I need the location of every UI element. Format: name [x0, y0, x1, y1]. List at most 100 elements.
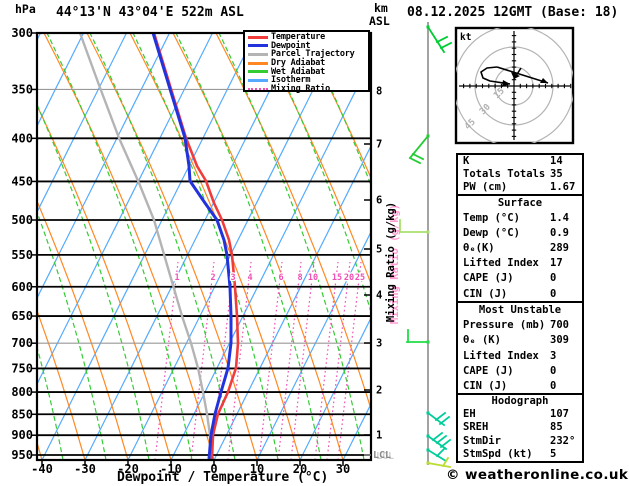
- row-value: 35: [550, 168, 563, 180]
- indices-panel: K 14 Totals Totals 35 PW (cm) 1.67: [456, 153, 584, 196]
- row-label: SREH: [463, 421, 489, 434]
- panel-title: Hodograph: [491, 395, 549, 407]
- row-value: 0: [550, 287, 557, 300]
- skewt-sounding-app: 300 350 400 450 500 550 600 650 700 750 800 850 900 9…: [0, 0, 629, 486]
- run-datetime: 08.12.2025 12GMT (Base: 18): [407, 5, 619, 20]
- pressure-axis-unit: hPa: [15, 2, 36, 16]
- indices-panel: Most Unstable Pressure (mb) 700 θₑ (K) 309 Li…: [456, 301, 584, 397]
- hodograph-unit-label: kt: [460, 32, 471, 43]
- mixing-ratio-value-label: 20: [344, 273, 354, 283]
- page-title-station: 44°13'N 43°04'E 522m ASL: [56, 5, 244, 20]
- altitude-axis-unit: km: [374, 1, 388, 15]
- row-value: 0.9: [550, 227, 569, 240]
- row-label: Lifted Index: [463, 257, 539, 270]
- row-value: 309: [550, 334, 569, 347]
- km-tick-label: 5: [376, 244, 382, 256]
- pressure-tick-label: 700: [11, 336, 33, 350]
- table-row: PW (cm) 1.67: [458, 181, 582, 194]
- pressure-tick-label: 300: [11, 26, 33, 40]
- legend-line-swatch: [248, 78, 268, 82]
- indices-panel: Surface Temp (°C) 1.4 Dewp (°C) 0.9 θₑ(K) 289 L…: [456, 194, 584, 304]
- legend-line-swatch: [248, 87, 268, 90]
- x-axis-title: Dewpoint / Temperature (°C): [117, 470, 329, 485]
- legend-line-swatch: [248, 52, 268, 56]
- row-value: 3: [550, 349, 557, 362]
- mixing-ratio-axis-label: Mixing Ratio (g/kg): [385, 201, 397, 323]
- wind-barb-column: [399, 22, 453, 469]
- row-label: CAPE (J): [463, 272, 514, 285]
- table-row: EH 107: [458, 408, 582, 421]
- legend-item-label: Mixing Ratio: [271, 83, 331, 94]
- wind-barb: [399, 219, 430, 234]
- legend-line-swatch: [248, 70, 268, 74]
- table-row: Pressure (mb) 700: [458, 318, 582, 333]
- pressure-tick-label: 450: [11, 174, 33, 188]
- wind-barb: [426, 446, 448, 463]
- wind-barb: [426, 456, 452, 469]
- pressure-tick-label: 600: [11, 280, 33, 294]
- row-value: 5: [550, 447, 557, 460]
- wind-barb: [426, 411, 451, 427]
- wind-barb: [408, 134, 430, 165]
- table-row: K 14: [458, 155, 582, 168]
- table-row: Dewp (°C) 0.9: [458, 226, 582, 241]
- row-value: 700: [550, 319, 569, 332]
- row-label: CIN (J): [463, 287, 508, 300]
- mixing-ratio-value-label: 4: [247, 273, 252, 283]
- lcl-label: LCL: [373, 450, 391, 461]
- row-value: 85: [550, 421, 563, 434]
- mixing-ratio-value-label: 15: [332, 273, 342, 283]
- km-tick-label: 6: [376, 195, 382, 207]
- table-row: CAPE (J) 0: [458, 271, 582, 286]
- table-row: θₑ (K) 309: [458, 333, 582, 348]
- mixing-ratio-value-label: 25: [355, 273, 365, 283]
- row-value: 1.4: [550, 212, 569, 225]
- indices-panel: Hodograph EH 107 SREH 85 StmDir 232° StmSpd (kt…: [456, 393, 584, 464]
- table-row: StmDir 232°: [458, 435, 582, 448]
- copyright-watermark: © weatheronline.co.uk: [446, 467, 629, 483]
- legend-line-swatch: [248, 35, 268, 39]
- table-row: CAPE (J) 0: [458, 364, 582, 379]
- wind-barb: [426, 25, 453, 54]
- pressure-tick-label: 400: [11, 131, 33, 145]
- row-label: θₑ (K): [463, 334, 501, 347]
- table-row: CIN (J) 0: [458, 379, 582, 394]
- mixing-ratio-value-label: 10: [308, 273, 318, 283]
- row-value: 232°: [550, 434, 576, 447]
- row-value: 0: [550, 364, 557, 377]
- table-row: θₑ(K) 289: [458, 241, 582, 256]
- km-tick-label: 2: [376, 385, 382, 397]
- pressure-tick-label: 900: [11, 428, 33, 442]
- table-row: Lifted Index 17: [458, 256, 582, 271]
- legend-line-swatch: [248, 61, 268, 65]
- row-value: 0: [550, 272, 557, 285]
- row-value: 107: [550, 408, 569, 421]
- table-row: Totals Totals 35: [458, 168, 582, 181]
- row-label: θₑ(K): [463, 242, 495, 255]
- mixing-ratio-value-label: 2: [210, 273, 215, 283]
- panel-title: Surface: [497, 197, 543, 209]
- row-label: CIN (J): [463, 380, 508, 393]
- row-label: Dewp (°C): [463, 227, 520, 240]
- row-label: StmDir: [463, 434, 501, 447]
- mixing-ratio-value-label: 1: [174, 273, 179, 283]
- table-row: Temp (°C) 1.4: [458, 211, 582, 226]
- legend: Temperature Dewpoint Parcel Trajectory Dry …: [243, 30, 370, 94]
- hodograph: 153045kt: [454, 26, 575, 145]
- pressure-tick-label: 800: [11, 385, 33, 399]
- pressure-tick-label: 950: [11, 448, 33, 462]
- row-label: K: [463, 155, 470, 167]
- mixing-ratio-value-label: 8: [297, 273, 302, 283]
- altitude-axis-unit-2: ASL: [369, 14, 390, 28]
- row-value: 289: [550, 242, 569, 255]
- row-label: Lifted Index: [463, 349, 539, 362]
- temp-tick-label: -40: [31, 462, 53, 476]
- wind-barb: [406, 329, 430, 344]
- km-tick-label: 8: [376, 86, 382, 98]
- table-row: CIN (J) 0: [458, 287, 582, 302]
- table-row: SREH 85: [458, 421, 582, 434]
- row-value: 1.67: [550, 181, 576, 193]
- table-row: StmSpd (kt) 5: [458, 448, 582, 461]
- table-row: Lifted Index 3: [458, 349, 582, 364]
- pressure-tick-label: 350: [11, 82, 33, 96]
